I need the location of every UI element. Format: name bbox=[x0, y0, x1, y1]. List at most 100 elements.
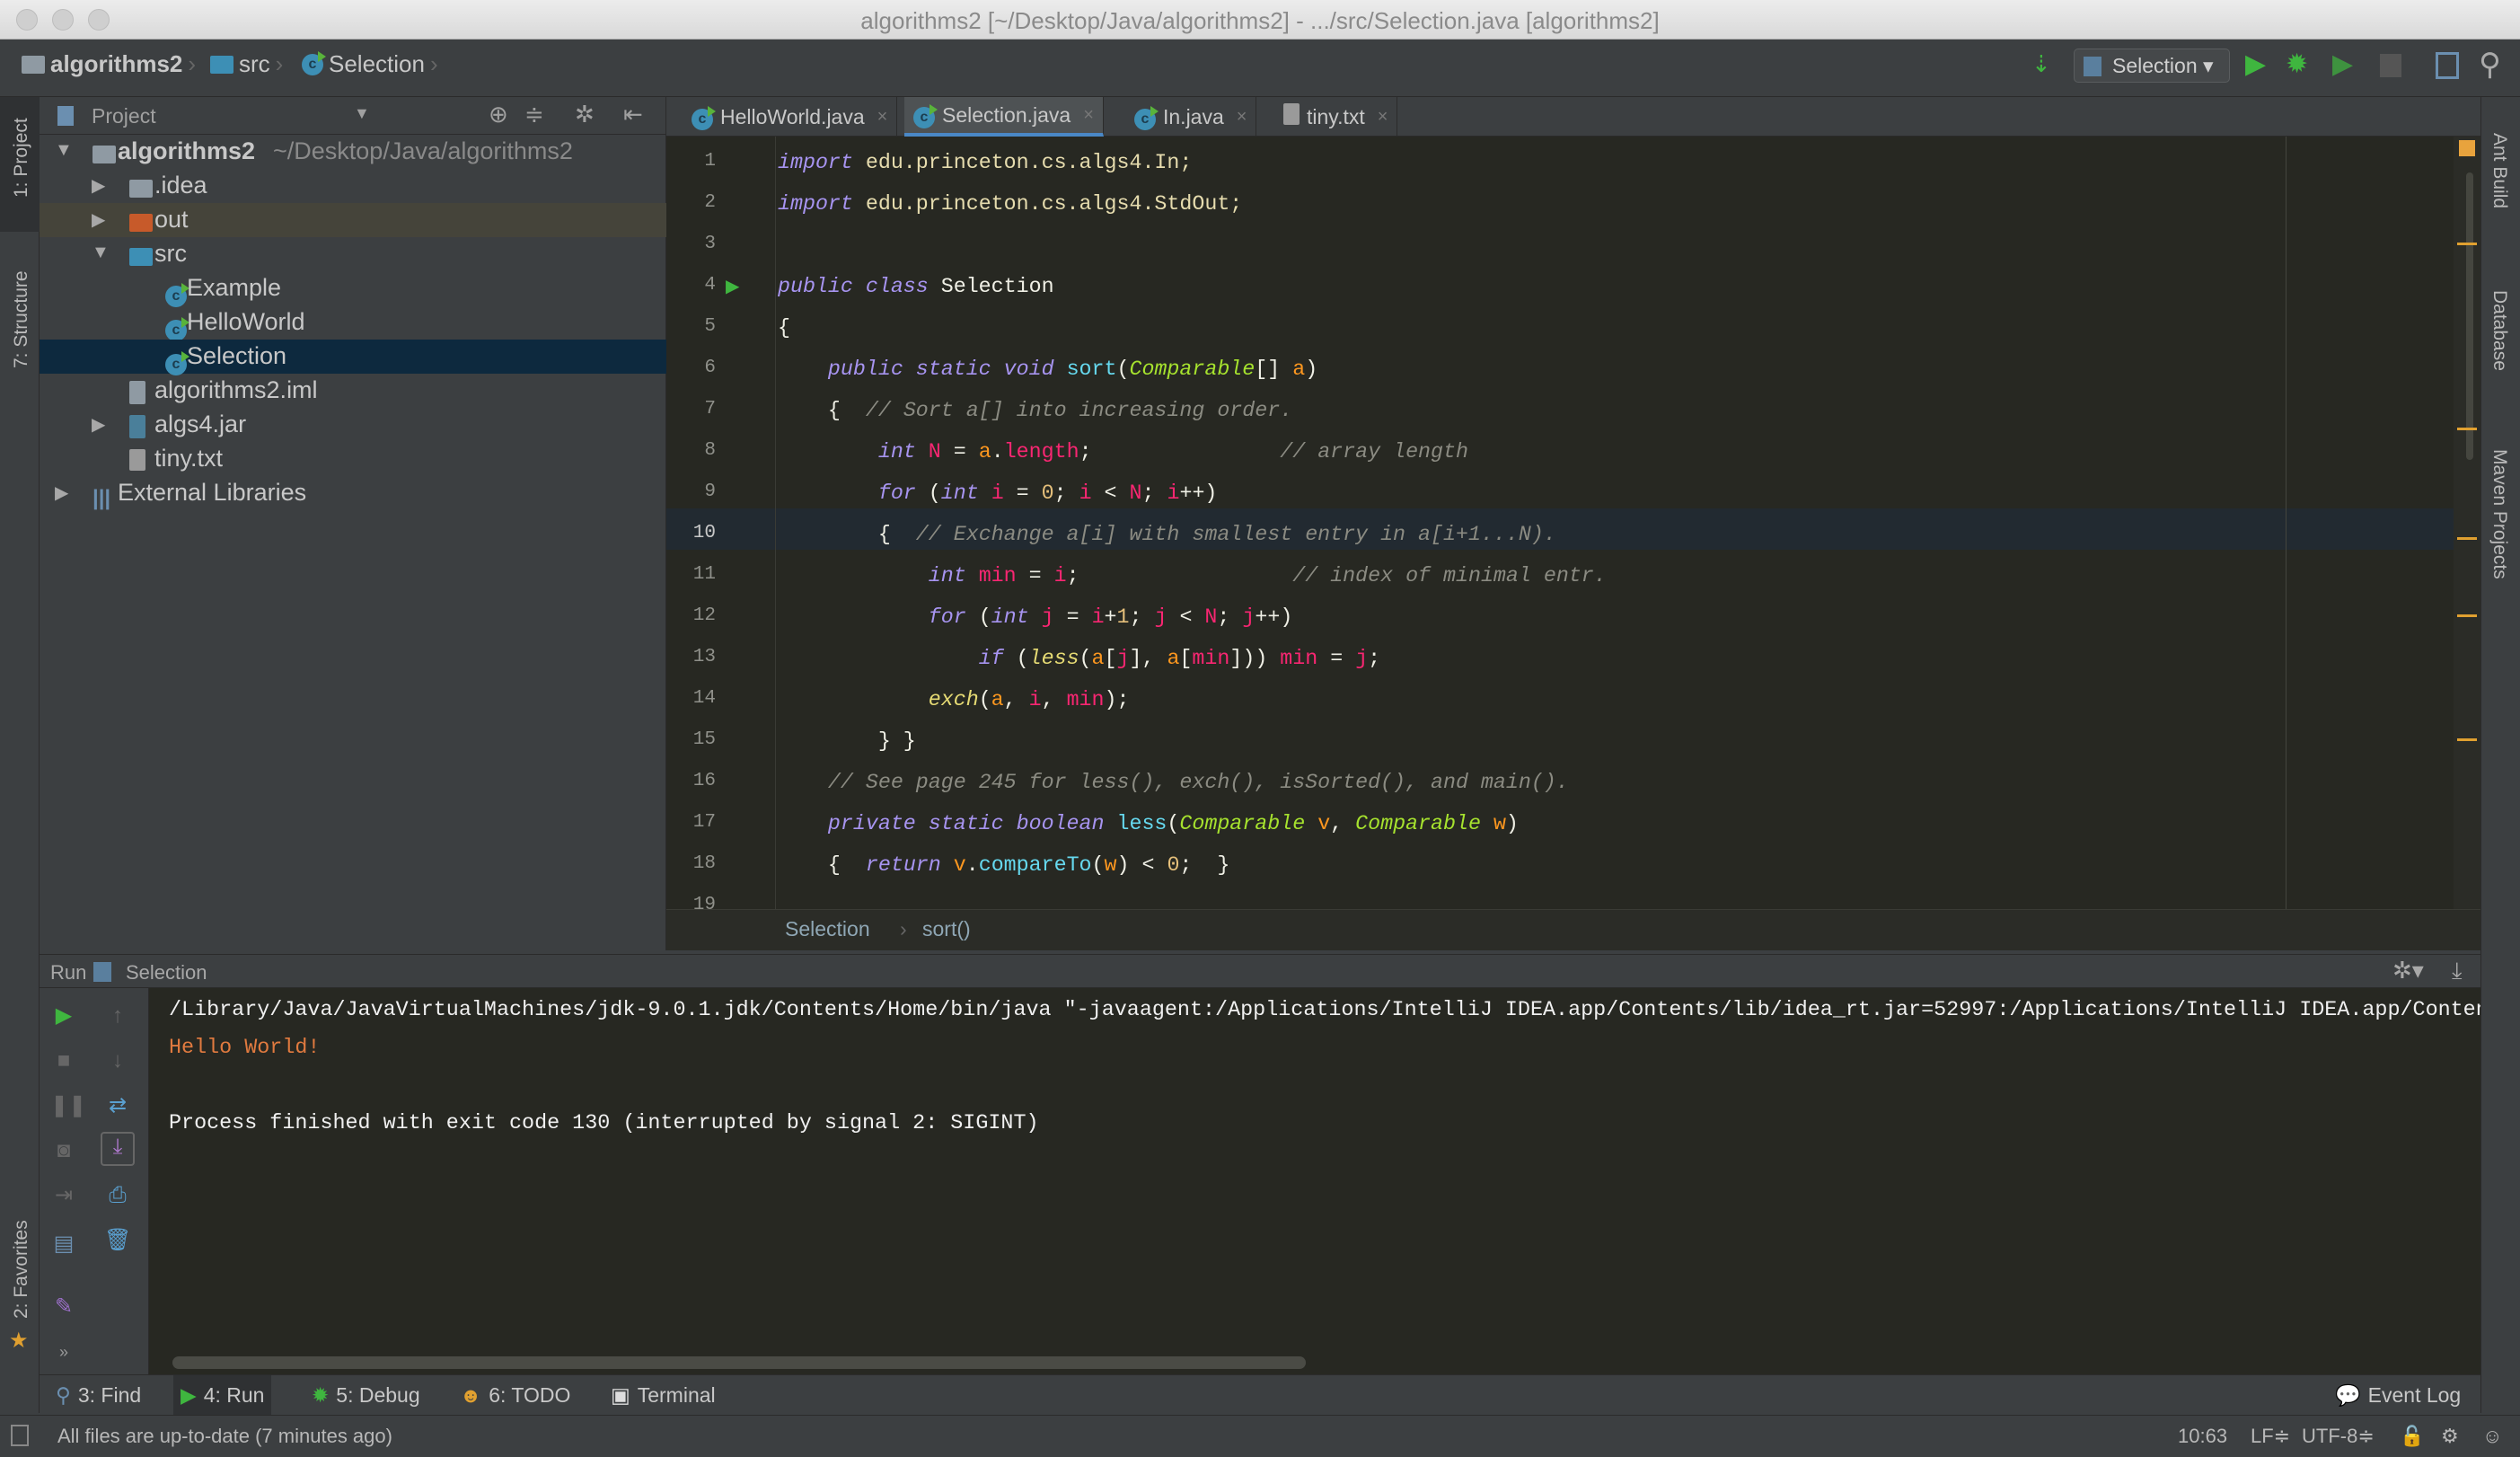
tree-item[interactable]: ▶ ||| External Libraries bbox=[40, 476, 666, 510]
vertical-scrollbar[interactable] bbox=[2466, 172, 2473, 460]
chevron-right-icon[interactable]: ▶ bbox=[92, 174, 105, 197]
warning-mark[interactable] bbox=[2457, 243, 2477, 245]
tool-database[interactable]: Database bbox=[2489, 290, 2510, 371]
code-token: a bbox=[1167, 647, 1180, 670]
tab-in-java[interactable]: c In.java × bbox=[1125, 97, 1257, 137]
tree-item[interactable]: c Example bbox=[40, 271, 666, 307]
camera-icon[interactable]: ◙ bbox=[50, 1137, 77, 1164]
tool-favorites[interactable]: 2: Favorites bbox=[11, 1220, 32, 1319]
tool-window-4-run[interactable]: ▶ 4: Run bbox=[173, 1375, 272, 1416]
project-panel: Project ▼ ⊕ ≑ ✲ ⇤ ▼ algorithms2 ~/Desktop/… bbox=[40, 97, 666, 950]
tool-window-5-debug[interactable]: ✹ 5: Debug bbox=[304, 1375, 427, 1416]
pin-icon[interactable]: ✎ bbox=[50, 1294, 77, 1320]
warning-indicator-icon[interactable] bbox=[2459, 140, 2475, 156]
tree-item[interactable]: ▶ algs4.jar bbox=[40, 408, 666, 442]
close-icon[interactable]: × bbox=[1083, 105, 1094, 126]
tab-selection-java[interactable]: c Selection.java × bbox=[904, 97, 1104, 137]
crumb-class[interactable]: Selection bbox=[785, 917, 870, 941]
tool-project[interactable]: 1: Project bbox=[11, 118, 32, 198]
print-icon[interactable]: ⎙ bbox=[104, 1182, 131, 1209]
crumb-method[interactable]: sort() bbox=[922, 917, 971, 941]
build-icon[interactable]: ⇣ bbox=[2031, 50, 2051, 78]
toggle-panels-icon[interactable] bbox=[11, 1425, 29, 1446]
event-log-button[interactable]: 💬 Event Log bbox=[2328, 1375, 2468, 1416]
tool-window-6-todo[interactable]: ☻ 6: TODO bbox=[453, 1375, 577, 1416]
project-view-select[interactable]: Project bbox=[92, 104, 156, 128]
exit-icon[interactable]: ⇥ bbox=[50, 1182, 77, 1209]
close-icon[interactable]: × bbox=[1237, 107, 1247, 128]
console-output[interactable]: /Library/Java/JavaVirtualMachines/jdk-9.… bbox=[149, 988, 2480, 1374]
chevron-right-icon[interactable]: ▶ bbox=[55, 481, 68, 504]
tree-item[interactable]: tiny.txt bbox=[40, 442, 666, 476]
tool-maven[interactable]: Maven Projects bbox=[2489, 449, 2510, 579]
hide-panel-icon[interactable]: ⇤ bbox=[623, 101, 643, 128]
breadcrumb-project[interactable]: algorithms2 › bbox=[22, 50, 196, 78]
code-token: exch bbox=[928, 688, 979, 711]
horizontal-scrollbar[interactable] bbox=[172, 1356, 1306, 1369]
code-token: ; bbox=[1141, 481, 1167, 505]
search-icon[interactable]: ⚲ bbox=[2479, 47, 2501, 83]
gear-icon[interactable]: ✲▾ bbox=[2392, 957, 2424, 985]
tree-item[interactable]: ▼ algorithms2 ~/Desktop/Java/algorithms2 bbox=[40, 135, 666, 169]
chevron-down-icon[interactable]: ▼ bbox=[354, 104, 370, 123]
up-arrow-icon[interactable]: ↑ bbox=[104, 1002, 131, 1029]
tree-item[interactable]: c HelloWorld bbox=[40, 305, 666, 341]
chevron-right-icon[interactable]: ▶ bbox=[92, 413, 105, 436]
settings-help-icon[interactable]: ⚙ bbox=[2441, 1425, 2459, 1448]
close-icon[interactable]: × bbox=[1378, 107, 1388, 128]
breadcrumb-class[interactable]: c Selection › bbox=[302, 50, 438, 78]
lock-icon[interactable]: 🔓 bbox=[2400, 1425, 2424, 1448]
down-arrow-icon[interactable]: ↓ bbox=[104, 1047, 131, 1074]
run-icon[interactable]: ▶ bbox=[2245, 49, 2266, 80]
warning-mark[interactable] bbox=[2457, 614, 2477, 617]
trash-icon[interactable]: 🗑 bbox=[104, 1227, 131, 1254]
inspector-icon[interactable]: ☺ bbox=[2482, 1425, 2502, 1448]
code-editor[interactable]: 1 2 3 4 5 6 7 8 9 10 11 12 13 14 15 16 17 18 19 ▶ import e… bbox=[666, 137, 2480, 909]
tool-structure[interactable]: 7: Structure bbox=[11, 270, 32, 368]
tree-item[interactable]: c Selection bbox=[40, 340, 666, 375]
caret-position[interactable]: 10:63 bbox=[2178, 1425, 2227, 1448]
tool-ant-build[interactable]: Ant Build bbox=[2489, 133, 2510, 208]
soft-wrap-icon[interactable]: ⇄ bbox=[104, 1092, 131, 1119]
locate-icon[interactable]: ⊕ bbox=[489, 101, 508, 128]
gutter: 1 2 3 4 5 6 7 8 9 10 11 12 13 14 15 16 17 18 19 bbox=[666, 137, 776, 909]
coverage-icon[interactable]: ▶ bbox=[2332, 49, 2353, 80]
run-tab[interactable]: Selection bbox=[126, 961, 207, 985]
error-stripe[interactable] bbox=[2454, 137, 2480, 909]
run-config-select[interactable]: Selection ▾ bbox=[2074, 49, 2230, 83]
tree-item[interactable]: algorithms2.iml bbox=[40, 374, 666, 408]
code-token: ; bbox=[1368, 647, 1381, 670]
tool-window-terminal[interactable]: ▣ Terminal bbox=[604, 1375, 723, 1416]
chevron-right-icon[interactable]: ▶ bbox=[92, 208, 105, 231]
tree-item[interactable]: ▼ src bbox=[40, 237, 666, 271]
debug-icon[interactable]: ✹ bbox=[2286, 49, 2308, 80]
more-icon[interactable]: » bbox=[50, 1338, 77, 1365]
layout-icon[interactable]: ▤ bbox=[50, 1231, 77, 1258]
warning-mark[interactable] bbox=[2457, 428, 2477, 430]
tree-item[interactable]: ▶ .idea bbox=[40, 169, 666, 203]
tab-helloworld-java[interactable]: c HelloWorld.java × bbox=[683, 97, 898, 137]
hide-panel-icon[interactable]: ⤓ bbox=[2452, 957, 2463, 985]
close-icon[interactable]: × bbox=[877, 107, 888, 128]
line-separator[interactable]: LF≑ bbox=[2251, 1425, 2290, 1448]
warning-mark[interactable] bbox=[2457, 537, 2477, 540]
todo-icon: ☻ bbox=[460, 1383, 482, 1407]
collapse-all-icon[interactable]: ≑ bbox=[524, 101, 544, 128]
scroll-to-end-icon[interactable]: ⤓ bbox=[101, 1132, 135, 1166]
chevron-down-icon[interactable]: ▼ bbox=[92, 243, 110, 263]
breadcrumb-src[interactable]: src › bbox=[210, 50, 283, 78]
warning-mark[interactable] bbox=[2457, 738, 2477, 741]
chevron-down-icon[interactable]: ▼ bbox=[55, 140, 73, 161]
stop-icon[interactable] bbox=[2380, 54, 2401, 77]
stop-icon[interactable]: ■ bbox=[50, 1047, 77, 1074]
file-encoding[interactable]: UTF-8≑ bbox=[2302, 1425, 2375, 1448]
code-token: if bbox=[978, 647, 1004, 670]
tree-item[interactable]: ▶ out bbox=[40, 203, 666, 237]
tool-window-3-find[interactable]: ⚲ 3: Find bbox=[48, 1375, 148, 1416]
project-structure-icon[interactable] bbox=[2436, 52, 2459, 79]
run-gutter-icon[interactable]: ▶ bbox=[726, 275, 739, 297]
gear-icon[interactable]: ✲ bbox=[575, 101, 595, 128]
pause-icon[interactable]: ❚❚ bbox=[50, 1092, 86, 1119]
rerun-icon[interactable]: ▶ bbox=[50, 1002, 77, 1029]
tab-tiny-txt[interactable]: tiny.txt × bbox=[1274, 97, 1398, 137]
